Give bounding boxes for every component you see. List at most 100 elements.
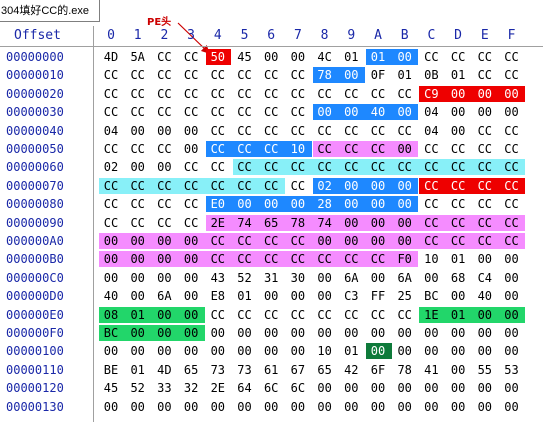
hex-byte[interactable]: CC — [365, 122, 391, 140]
hex-byte[interactable]: 01 — [445, 306, 471, 324]
hex-byte[interactable]: 00 — [125, 269, 151, 287]
hex-byte[interactable]: 30 — [285, 269, 311, 287]
hex-byte[interactable]: CC — [445, 158, 471, 176]
hex-byte[interactable]: 01 — [445, 66, 471, 84]
hex-byte[interactable]: CC — [499, 232, 525, 250]
hex-byte[interactable]: 74 — [232, 214, 258, 232]
hex-byte[interactable]: 00 — [338, 103, 364, 121]
hex-byte[interactable]: E8 — [205, 287, 231, 305]
hex-byte[interactable]: CC — [392, 122, 418, 140]
hex-byte[interactable]: CC — [151, 48, 177, 66]
hex-byte[interactable]: 00 — [258, 195, 284, 213]
hex-byte[interactable]: 00 — [312, 379, 338, 397]
hex-byte[interactable]: CC — [258, 177, 284, 195]
hex-byte[interactable]: 01 — [338, 342, 364, 360]
hex-byte[interactable]: 00 — [125, 324, 151, 342]
hex-byte[interactable]: 55 — [472, 361, 498, 379]
hex-byte[interactable]: 00 — [338, 398, 364, 416]
hex-byte[interactable]: 00 — [472, 398, 498, 416]
hex-byte[interactable]: 00 — [499, 398, 525, 416]
hex-byte[interactable]: 00 — [285, 398, 311, 416]
hex-byte[interactable]: 00 — [285, 48, 311, 66]
hex-byte[interactable]: 00 — [445, 342, 471, 360]
hex-byte[interactable]: 04 — [98, 122, 124, 140]
hex-byte[interactable]: CC — [365, 85, 391, 103]
file-tab[interactable]: 304填好CC的.exe — [0, 0, 100, 22]
hex-byte[interactable]: 00 — [178, 287, 204, 305]
hex-byte[interactable]: CC — [312, 250, 338, 268]
hex-byte[interactable]: 00 — [125, 287, 151, 305]
hex-byte[interactable]: CC — [472, 140, 498, 158]
hex-byte[interactable]: 2E — [205, 214, 231, 232]
hex-byte[interactable]: 00 — [365, 177, 391, 195]
hex-byte[interactable]: CC — [205, 158, 231, 176]
hex-byte[interactable]: E0 — [205, 195, 231, 213]
hex-byte[interactable]: 01 — [125, 361, 151, 379]
hex-byte[interactable]: CC — [365, 140, 391, 158]
hex-byte[interactable]: 00 — [125, 250, 151, 268]
hex-byte[interactable]: 00 — [499, 306, 525, 324]
hex-byte[interactable]: CC — [312, 158, 338, 176]
hex-byte[interactable]: CC — [232, 140, 258, 158]
hex-byte[interactable]: 10 — [312, 342, 338, 360]
hex-byte[interactable]: 53 — [499, 361, 525, 379]
hex-byte[interactable]: CC — [98, 140, 124, 158]
hex-byte[interactable]: CC — [258, 103, 284, 121]
hex-byte[interactable]: 00 — [472, 324, 498, 342]
hex-byte[interactable]: 00 — [392, 398, 418, 416]
hex-byte[interactable]: 10 — [285, 140, 311, 158]
hex-byte[interactable]: 00 — [445, 361, 471, 379]
hex-byte[interactable]: 52 — [232, 269, 258, 287]
hex-byte[interactable]: CC — [178, 85, 204, 103]
hex-byte[interactable]: C3 — [338, 287, 364, 305]
hex-byte[interactable]: CC — [285, 85, 311, 103]
hex-byte[interactable]: CC — [205, 250, 231, 268]
hex-byte[interactable]: 00 — [445, 379, 471, 397]
hex-byte[interactable]: 00 — [312, 287, 338, 305]
hex-byte[interactable]: 00 — [392, 177, 418, 195]
hex-byte[interactable]: CC — [258, 250, 284, 268]
hex-byte[interactable]: 00 — [338, 66, 364, 84]
hex-byte[interactable]: CC — [125, 66, 151, 84]
hex-byte[interactable]: 01 — [445, 250, 471, 268]
hex-byte[interactable]: CC — [418, 158, 444, 176]
hex-byte[interactable]: CC — [258, 122, 284, 140]
hex-byte[interactable]: 01 — [232, 287, 258, 305]
hex-byte[interactable]: 00 — [499, 342, 525, 360]
hex-byte[interactable]: 65 — [258, 214, 284, 232]
hex-byte[interactable]: CC — [365, 158, 391, 176]
hex-byte[interactable]: 68 — [445, 269, 471, 287]
hex-byte[interactable]: 00 — [151, 342, 177, 360]
hex-byte[interactable]: CC — [418, 140, 444, 158]
hex-byte[interactable]: CC — [258, 232, 284, 250]
hex-byte[interactable]: CC — [445, 214, 471, 232]
hex-byte[interactable]: CC — [418, 195, 444, 213]
hex-byte[interactable]: 00 — [499, 250, 525, 268]
hex-byte[interactable]: 6C — [258, 379, 284, 397]
hex-byte[interactable]: CC — [258, 158, 284, 176]
hex-byte[interactable]: CC — [205, 103, 231, 121]
hex-byte[interactable]: 00 — [472, 103, 498, 121]
hex-byte[interactable]: CC — [232, 66, 258, 84]
hex-byte[interactable]: 00 — [392, 342, 418, 360]
hex-byte[interactable]: CC — [151, 66, 177, 84]
hex-byte[interactable]: 00 — [151, 324, 177, 342]
hex-byte[interactable]: CC — [205, 66, 231, 84]
hex-byte[interactable]: 0F — [365, 66, 391, 84]
hex-byte[interactable]: 00 — [285, 287, 311, 305]
hex-byte[interactable]: 00 — [365, 195, 391, 213]
hex-byte[interactable]: CC — [472, 48, 498, 66]
hex-byte[interactable]: CC — [151, 85, 177, 103]
hex-byte[interactable]: 00 — [472, 85, 498, 103]
hex-byte[interactable]: CC — [365, 250, 391, 268]
hex-byte[interactable]: CC — [285, 177, 311, 195]
hex-byte[interactable]: 6A — [151, 287, 177, 305]
hex-byte[interactable]: CC — [125, 85, 151, 103]
hex-byte[interactable]: 00 — [365, 324, 391, 342]
hex-byte[interactable]: 00 — [151, 269, 177, 287]
hex-byte[interactable]: CC — [178, 103, 204, 121]
hex-byte[interactable]: C4 — [472, 269, 498, 287]
hex-byte[interactable]: 00 — [205, 398, 231, 416]
hex-byte[interactable]: CC — [98, 214, 124, 232]
hex-byte[interactable]: CC — [285, 250, 311, 268]
